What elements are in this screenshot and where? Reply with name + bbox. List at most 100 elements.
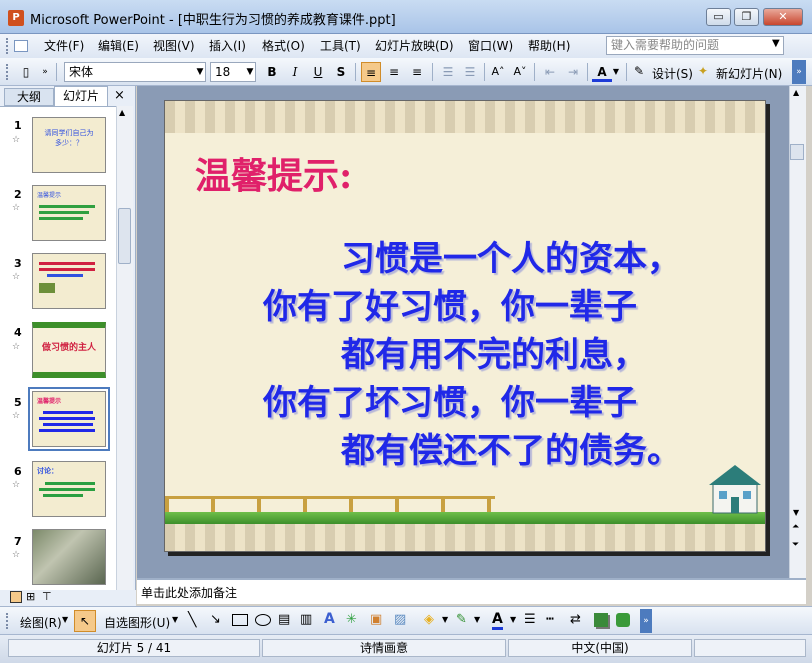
grip-handle[interactable] xyxy=(6,64,9,80)
dash-style-icon[interactable]: ┅ xyxy=(546,612,554,627)
design-button[interactable]: 设计(S) xyxy=(652,65,693,82)
slide-thumbnail-5-selected[interactable]: 温馨提示 xyxy=(28,387,110,451)
slide-thumbnail-4[interactable]: 做习惯的主人 xyxy=(32,322,106,378)
thumbnail-scroll-thumb[interactable] xyxy=(118,208,131,264)
menu-insert[interactable]: 插入(I) xyxy=(205,37,250,55)
drawbar-overflow-icon[interactable]: » xyxy=(640,609,652,633)
line-style-icon[interactable]: ☰ xyxy=(524,612,536,627)
scroll-down-icon[interactable]: ▼ xyxy=(793,508,799,517)
slide-sorter-icon[interactable]: ⊞ xyxy=(26,590,35,603)
menu-view[interactable]: 视图(V) xyxy=(149,37,199,55)
slide-title[interactable]: 温馨提示: xyxy=(195,147,352,199)
document-icon[interactable] xyxy=(14,40,28,52)
menu-tools[interactable]: 工具(T) xyxy=(316,37,365,55)
normal-view-icon[interactable] xyxy=(10,591,22,603)
panel-close-icon[interactable]: × xyxy=(114,88,125,103)
font-color-draw-icon[interactable]: A xyxy=(492,611,503,630)
slide-thumbnail-7[interactable] xyxy=(32,529,106,585)
select-pointer-icon[interactable]: ↖ xyxy=(74,610,96,632)
new-document-icon[interactable]: ▯ xyxy=(16,62,36,82)
slide-thumbnail-1[interactable]: 请同学们自己为 多少：？ xyxy=(32,117,106,173)
current-slide[interactable]: 温馨提示: 习惯是一个人的资本， 你有了好习惯，你一辈子 都有用不完的利息， 你… xyxy=(164,100,766,552)
numbered-list-icon[interactable]: ☰ xyxy=(438,62,458,82)
fill-color-icon[interactable]: ◈ xyxy=(424,612,434,627)
slide-thumbnail-6[interactable]: 讨论： xyxy=(32,461,106,517)
line-color-icon[interactable]: ✎ xyxy=(456,612,467,627)
clipart-icon[interactable]: ▣ xyxy=(370,612,382,627)
rectangle-tool-icon[interactable] xyxy=(232,614,248,626)
font-color-draw-dropdown-icon[interactable]: ▼ xyxy=(510,615,516,624)
fill-color-dropdown-icon[interactable]: ▼ xyxy=(442,615,448,624)
arrow-style-icon[interactable]: ⇄ xyxy=(570,612,581,627)
picture-icon[interactable]: ▨ xyxy=(394,612,406,627)
slide-thumbnail-2[interactable]: 温馨提示 xyxy=(32,185,106,241)
align-center-icon[interactable]: ≡ xyxy=(384,62,404,82)
autoshapes-menu-button[interactable]: 自选图形(U) xyxy=(104,614,170,631)
size-dropdown-icon[interactable]: ▼ xyxy=(240,62,260,82)
decrease-indent-icon[interactable]: ⇤ xyxy=(540,62,560,82)
shadow-style-icon[interactable] xyxy=(594,613,608,627)
draw-menu-button[interactable]: 绘图(R) xyxy=(20,614,62,631)
menu-slideshow[interactable]: 幻灯片放映(D) xyxy=(371,37,458,55)
font-name-select[interactable]: 宋体 xyxy=(64,62,206,82)
powerpoint-app-icon[interactable]: P xyxy=(8,10,24,26)
line-color-dropdown-icon[interactable]: ▼ xyxy=(474,615,480,624)
minimize-button[interactable]: ▭ xyxy=(706,8,731,26)
tab-slides[interactable]: 幻灯片 xyxy=(54,86,108,106)
slide-body-line-5[interactable]: 都有偿还不了的债务。 xyxy=(341,423,681,472)
increase-indent-icon[interactable]: ⇥ xyxy=(563,62,583,82)
line-tool-icon[interactable]: ╲ xyxy=(188,612,196,628)
next-slide-icon[interactable]: ⏷ xyxy=(792,540,799,550)
slide-body-line-1[interactable]: 习惯是一个人的资本， xyxy=(341,231,681,280)
slide-thumbnail-3[interactable] xyxy=(32,253,106,309)
oval-tool-icon[interactable] xyxy=(255,614,271,626)
slide-body-line-2[interactable]: 你有了好习惯，你一辈子 xyxy=(263,279,637,328)
decrease-font-button[interactable]: A˅ xyxy=(510,62,530,82)
menu-help[interactable]: 帮助(H) xyxy=(524,37,574,55)
slideshow-view-icon[interactable]: ⊤ xyxy=(42,590,52,603)
underline-button[interactable]: U xyxy=(308,62,328,82)
align-left-icon[interactable]: ≡ xyxy=(361,62,381,82)
increase-font-button[interactable]: A˄ xyxy=(488,62,508,82)
font-dropdown-icon[interactable]: ▼ xyxy=(190,62,210,82)
arrow-tool-icon[interactable]: ↘ xyxy=(210,612,221,627)
previous-slide-icon[interactable]: ⏶ xyxy=(792,522,799,532)
notes-pane[interactable]: 单击此处添加备注 xyxy=(137,578,806,604)
design-icon[interactable]: ✎ xyxy=(634,64,644,78)
bold-button[interactable]: B xyxy=(262,62,282,82)
restore-button[interactable]: ❐ xyxy=(734,8,759,26)
slide-body-line-3[interactable]: 都有用不完的利息， xyxy=(341,327,647,376)
scroll-up-icon[interactable]: ▲ xyxy=(119,108,125,117)
menu-edit[interactable]: 编辑(E) xyxy=(94,37,143,55)
3d-style-icon[interactable] xyxy=(616,613,630,627)
textbox-tool-icon[interactable]: ▤ xyxy=(278,612,290,627)
diagram-icon[interactable]: ✳ xyxy=(346,612,357,627)
shadow-button[interactable]: S xyxy=(331,62,351,82)
wordart-icon[interactable]: A xyxy=(324,611,335,627)
slide-body-line-4[interactable]: 你有了坏习惯，你一辈子 xyxy=(263,375,637,424)
tab-outline[interactable]: 大纲 xyxy=(4,88,54,106)
scroll-up-icon[interactable]: ▲ xyxy=(793,88,799,97)
italic-button[interactable]: I xyxy=(285,62,305,82)
grip-handle[interactable] xyxy=(6,38,9,54)
align-right-icon[interactable]: ≡ xyxy=(407,62,427,82)
font-color-button[interactable]: A xyxy=(592,62,612,82)
grip-handle[interactable] xyxy=(6,613,9,629)
draw-dropdown-icon[interactable]: ▼ xyxy=(62,615,68,624)
vertical-textbox-icon[interactable]: ▥ xyxy=(300,612,312,627)
menu-format[interactable]: 格式(O) xyxy=(258,37,309,55)
toolbar-options-icon[interactable]: » xyxy=(38,62,52,82)
font-color-dropdown-icon[interactable]: ▼ xyxy=(610,62,622,82)
new-slide-button[interactable]: 新幻灯片(N) xyxy=(716,65,782,82)
bulleted-list-icon[interactable]: ☰ xyxy=(460,62,480,82)
help-dropdown-icon[interactable]: ▼ xyxy=(772,38,780,49)
new-slide-icon[interactable]: ✦ xyxy=(698,64,708,78)
toolbar-overflow-icon[interactable]: » xyxy=(792,60,806,84)
thumbnail-scrollbar[interactable] xyxy=(116,106,133,590)
close-button[interactable]: ✕ xyxy=(763,8,803,26)
slide-scroll-thumb[interactable] xyxy=(790,144,804,160)
menu-file[interactable]: 文件(F) xyxy=(40,37,88,55)
autoshapes-dropdown-icon[interactable]: ▼ xyxy=(172,615,178,624)
help-search-input[interactable]: 键入需要帮助的问题 xyxy=(606,36,784,55)
menu-window[interactable]: 窗口(W) xyxy=(464,37,517,55)
